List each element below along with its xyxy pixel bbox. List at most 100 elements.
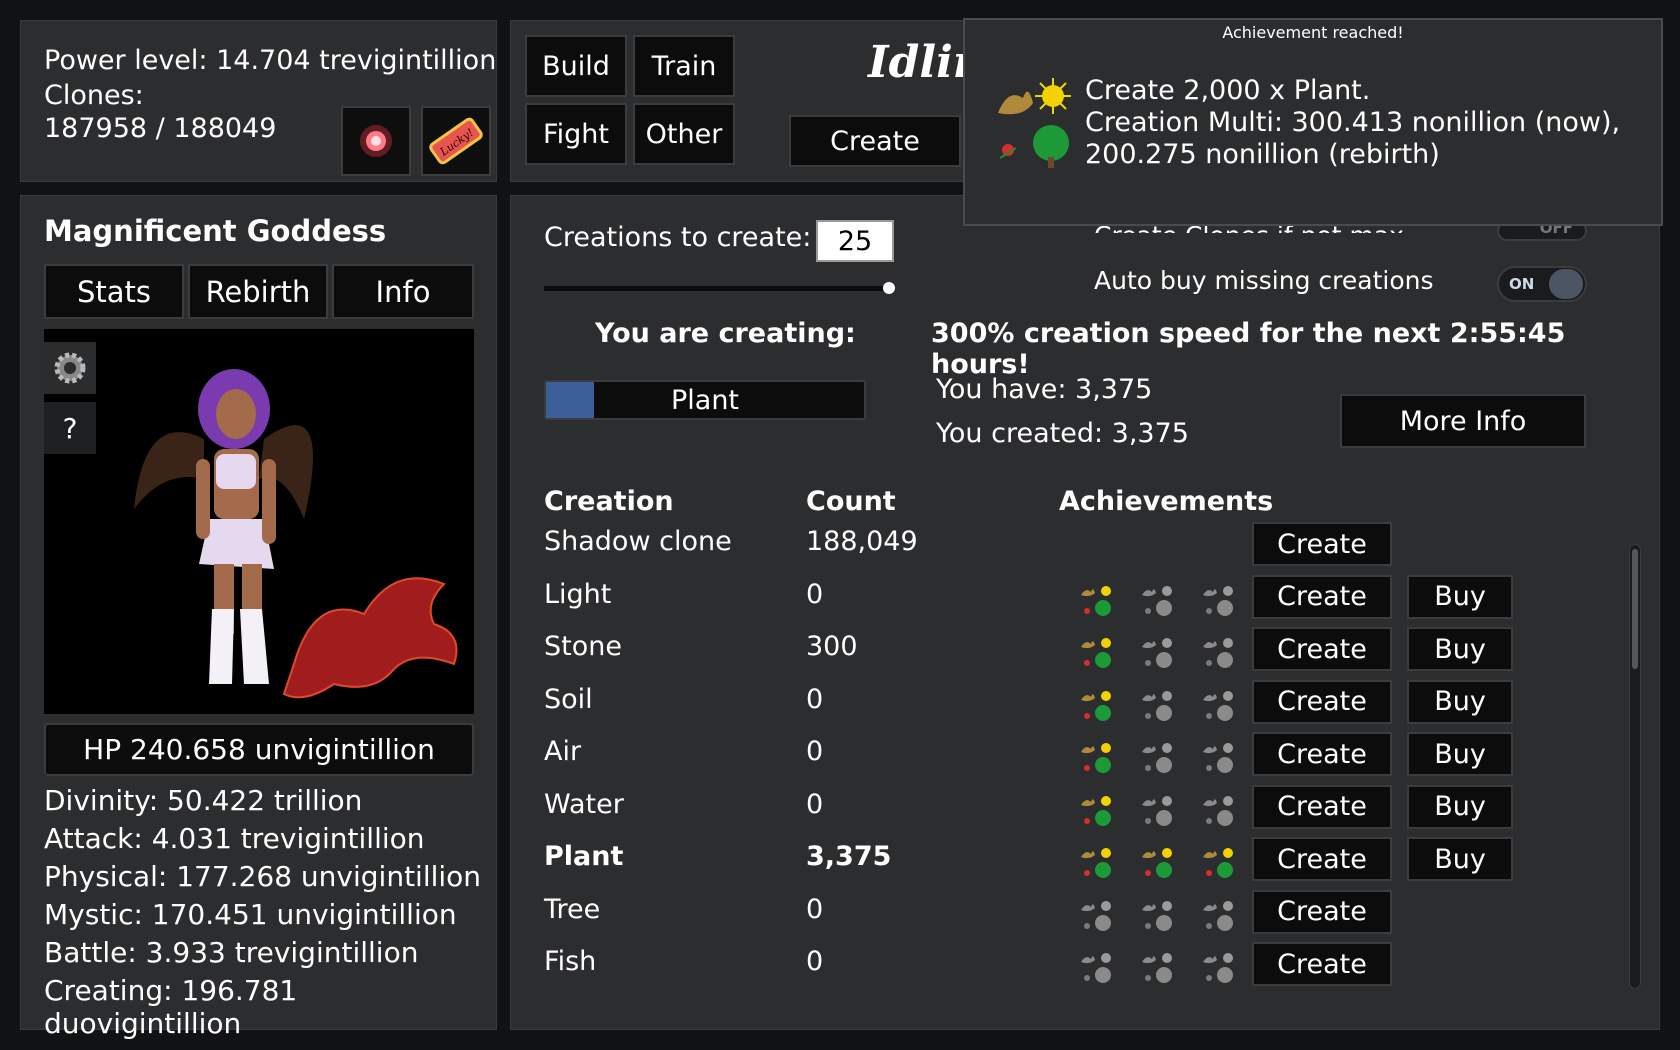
- creation-count: 0: [806, 683, 824, 715]
- quantity-slider[interactable]: [544, 282, 895, 294]
- quantity-slider-knob[interactable]: [883, 282, 895, 294]
- ruby-icon[interactable]: [341, 106, 411, 176]
- you-created-text: You created: 3,375: [936, 418, 1189, 449]
- create-button[interactable]: Create: [1252, 627, 1392, 671]
- popup-line-3: 200.275 nonillion (rebirth): [1085, 139, 1440, 170]
- train-button[interactable]: Train: [633, 35, 735, 97]
- scrollbar-track[interactable]: [1629, 544, 1641, 989]
- creations-to-create-label: Creations to create:: [544, 222, 812, 253]
- character-portrait: ?: [44, 329, 474, 714]
- creation-name: Tree: [544, 893, 601, 925]
- creation-count: 0: [806, 946, 824, 977]
- tab-rebirth[interactable]: Rebirth: [188, 264, 328, 319]
- achievement-locked-icon: [1081, 953, 1111, 983]
- buy-button[interactable]: Buy: [1407, 837, 1513, 881]
- character-panel: Magnificent Goddess Stats Rebirth Info ?: [20, 195, 497, 1040]
- power-level: Power level: 14.704 trevigintillion: [44, 45, 497, 76]
- buy-button[interactable]: Buy: [1407, 784, 1513, 829]
- auto-buy-toggle-knob: [1549, 269, 1583, 299]
- fight-button[interactable]: Fight: [525, 103, 627, 165]
- buy-button[interactable]: Buy: [1407, 679, 1513, 724]
- option-auto-buy: Auto buy missing creations: [1094, 266, 1434, 295]
- creation-name: Air: [544, 736, 582, 767]
- achievement-earned-icon: [1081, 638, 1111, 668]
- achievement-locked-icon: [1203, 638, 1233, 668]
- creation-count: 300: [806, 631, 858, 662]
- creation-name: Plant: [544, 841, 624, 872]
- achievement-popup: Achievement reached! Create 2,000 x Plan…: [963, 18, 1663, 226]
- achievement-earned-icon: [1203, 848, 1233, 878]
- current-creation: Plant: [670, 384, 740, 416]
- achievement-locked-icon: [1081, 900, 1111, 931]
- tab-stats[interactable]: Stats: [44, 264, 184, 319]
- header-achievements: Achievements: [1059, 486, 1274, 517]
- stat-physical: Physical: 177.268 unvigintillion: [44, 860, 482, 893]
- create-button[interactable]: Create: [1252, 942, 1392, 986]
- achievement-locked-icon: [1142, 953, 1172, 983]
- plant-achievement-icon: [998, 78, 1071, 168]
- stat-creating: Creating: 196.781 duovigintillion: [44, 974, 298, 1040]
- create-button[interactable]: Create: [1252, 784, 1392, 829]
- popup-line-1: Create 2,000 x Plant.: [1085, 75, 1371, 106]
- achievement-locked-icon: [1142, 585, 1172, 616]
- create-button[interactable]: Create: [1252, 522, 1392, 566]
- achievement-locked-icon: [1203, 795, 1233, 826]
- help-button[interactable]: ?: [44, 402, 96, 454]
- creation-count: 0: [806, 893, 824, 925]
- achievement-locked-icon: [1203, 900, 1233, 931]
- auto-buy-toggle-state: ON: [1509, 275, 1535, 293]
- tab-info[interactable]: Info: [332, 264, 474, 319]
- creation-name: Stone: [544, 631, 622, 662]
- clones-value: 187958 / 188049: [44, 113, 277, 144]
- stat-divinity: Divinity: 50.422 trillion: [44, 784, 363, 817]
- creation-name: Soil: [544, 683, 593, 715]
- buy-button[interactable]: Buy: [1407, 627, 1513, 671]
- popup-line-2: Creation Multi: 300.413 nonillion (now),: [1085, 107, 1621, 138]
- achievement-locked-icon: [1203, 690, 1233, 721]
- buy-button[interactable]: Buy: [1407, 732, 1513, 776]
- achievement-locked-icon: [1203, 585, 1233, 616]
- achievement-locked-icon: [1142, 743, 1172, 773]
- achievement-locked-icon: [1203, 743, 1233, 773]
- achievement-locked-icon: [1142, 795, 1172, 826]
- scrollbar-thumb[interactable]: [1632, 549, 1638, 669]
- creation-panel: Creations to create: You are creating: 3…: [510, 195, 1660, 1030]
- creation-name: Shadow clone: [544, 526, 732, 557]
- header-creation: Creation: [544, 486, 674, 517]
- create-button[interactable]: Create: [1252, 679, 1392, 724]
- speed-bonus-text: 300% creation speed for the next 2:55:45…: [931, 318, 1566, 380]
- buy-button[interactable]: Buy: [1407, 574, 1513, 619]
- creation-name: Water: [544, 788, 624, 820]
- create-nav-button[interactable]: Create: [789, 115, 961, 167]
- achievement-earned-icon: [1081, 848, 1111, 878]
- achievement-earned-icon: [1142, 848, 1172, 878]
- character-name: Magnificent Goddess: [44, 214, 387, 248]
- achievement-earned-icon: [1081, 795, 1111, 826]
- creations-quantity-input[interactable]: [816, 220, 894, 262]
- power-panel: Power level: 14.704 trevigintillion Clon…: [20, 20, 497, 182]
- auto-buy-toggle[interactable]: ON: [1497, 266, 1587, 302]
- create-button[interactable]: Create: [1252, 837, 1392, 881]
- stat-mystic: Mystic: 170.451 unvigintillion: [44, 898, 457, 931]
- lucky-ticket-icon[interactable]: Lucky!: [421, 106, 491, 176]
- header-count: Count: [806, 486, 896, 517]
- creation-count: 3,375: [806, 841, 892, 872]
- create-button[interactable]: Create: [1252, 574, 1392, 619]
- creation-count: 188,049: [806, 526, 918, 557]
- build-button[interactable]: Build: [525, 35, 627, 97]
- dragon-icon: [282, 577, 458, 699]
- achievement-earned-icon: [1081, 585, 1111, 616]
- creation-count: 0: [806, 788, 824, 820]
- more-info-button[interactable]: More Info: [1340, 394, 1586, 448]
- creation-name: Light: [544, 578, 612, 610]
- achievement-earned-icon: [1081, 690, 1111, 721]
- achievement-earned-icon: [1081, 743, 1111, 773]
- create-button[interactable]: Create: [1252, 732, 1392, 776]
- achievement-locked-icon: [1142, 690, 1172, 721]
- you-have-text: You have: 3,375: [936, 374, 1153, 405]
- popup-title: Achievement reached!: [1222, 23, 1404, 42]
- other-button[interactable]: Other: [633, 103, 735, 165]
- create-button[interactable]: Create: [1252, 889, 1392, 934]
- gear-icon[interactable]: [44, 342, 96, 394]
- achievement-locked-icon: [1142, 900, 1172, 931]
